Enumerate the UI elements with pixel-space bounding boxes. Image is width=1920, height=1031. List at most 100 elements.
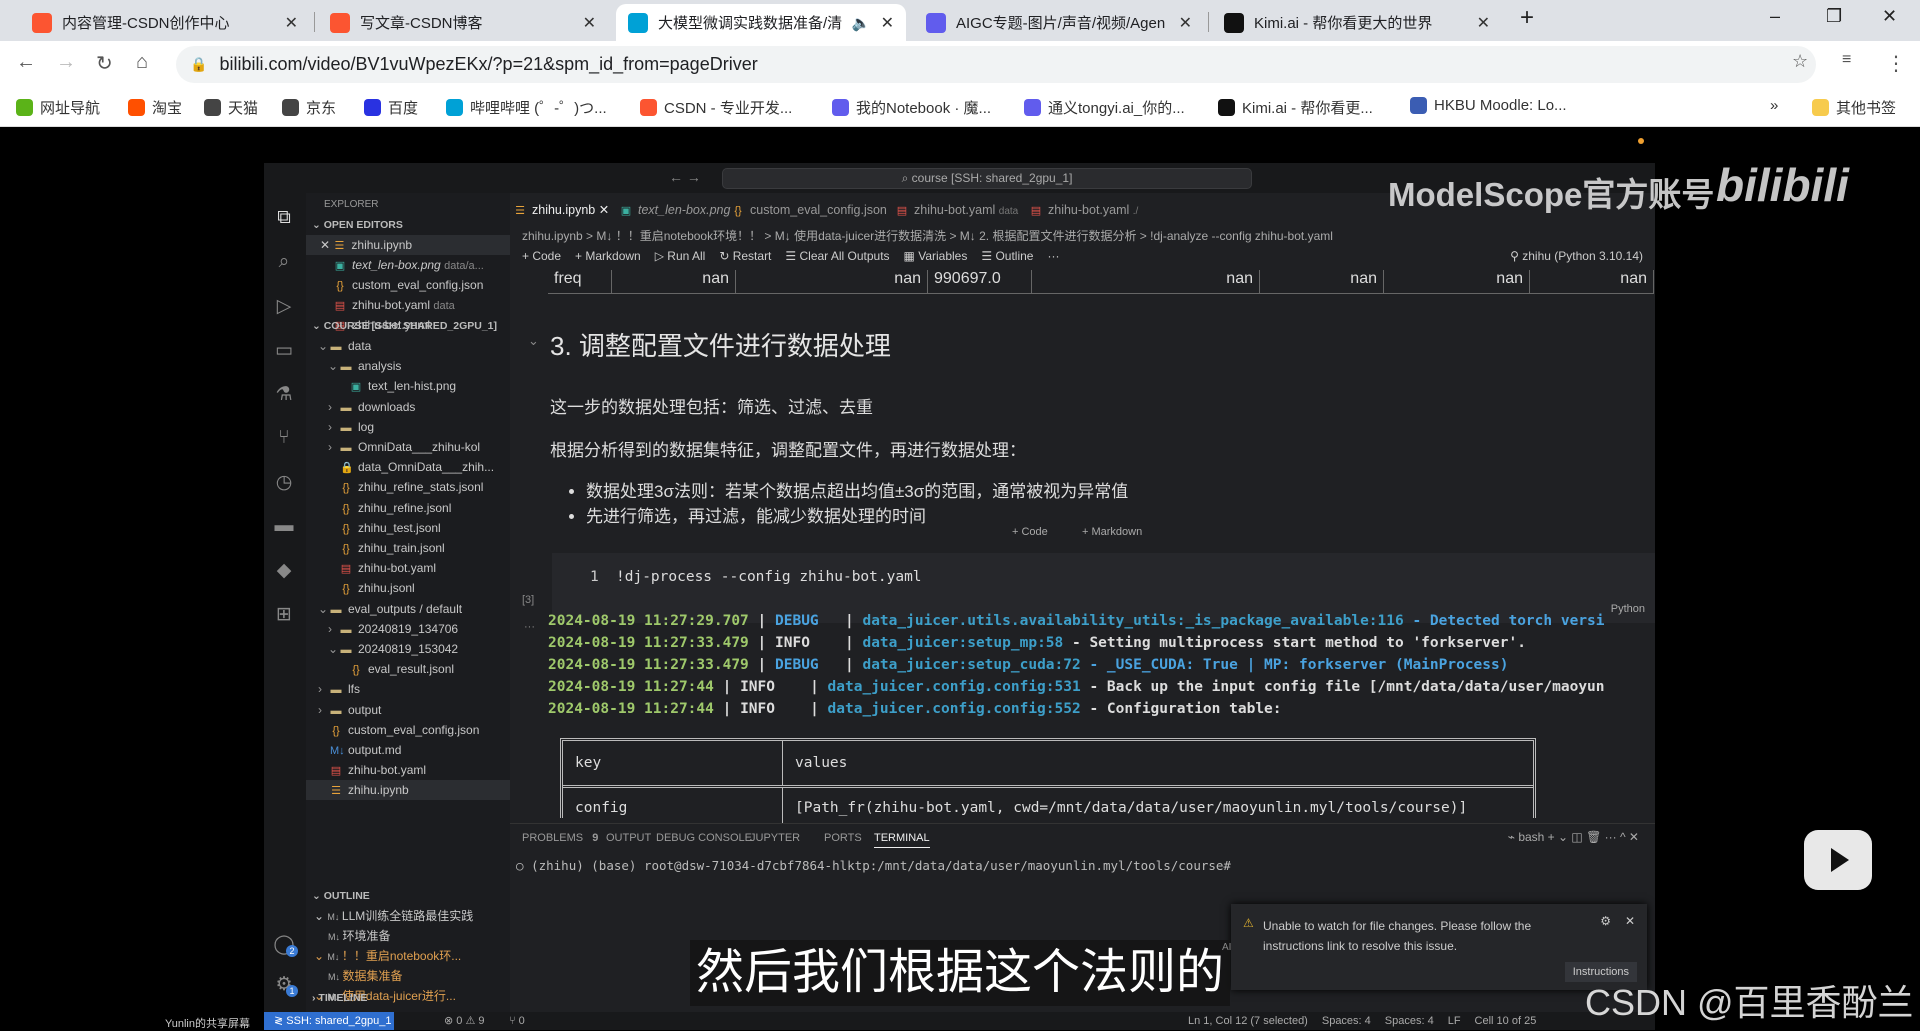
tree-item[interactable]: › ▬ downloads: [306, 397, 510, 417]
tree-item[interactable]: {} eval_result.jsonl: [306, 659, 510, 679]
add-markdown-cell-button[interactable]: + Markdown: [1082, 526, 1142, 538]
tree-item[interactable]: ⌄ ▬ eval_outputs / default: [306, 599, 510, 619]
browser-tab[interactable]: Kimi.ai - 帮你看更大的世界 ✕: [1212, 4, 1502, 41]
tree-item[interactable]: {} zhihu_refine_stats.jsonl: [306, 477, 510, 497]
editor-tab[interactable]: ▤ zhihu-bot.yaml ./: [1030, 196, 1139, 224]
audio-icon[interactable]: 🔈: [852, 14, 871, 32]
bookmark-star-icon[interactable]: ☆: [1792, 51, 1808, 72]
cell-indicator[interactable]: Cell 10 of 25: [1475, 1012, 1537, 1030]
panel-tab[interactable]: DEBUG CONSOLE: [656, 832, 752, 844]
tree-item[interactable]: {} zhihu.jsonl: [306, 578, 510, 598]
tab-close-icon[interactable]: ✕: [1477, 13, 1490, 33]
folder-icon[interactable]: ▬: [272, 515, 296, 539]
nav-arrows[interactable]: ← →: [669, 169, 701, 185]
bookmark-item[interactable]: 京东: [282, 97, 336, 118]
bilibili-play-icon[interactable]: [1804, 830, 1872, 890]
bookmark-item[interactable]: 百度: [364, 97, 418, 118]
outline-item[interactable]: ⌄ M↓ LLM训练全链路最佳实践: [306, 906, 510, 926]
toolbar-button[interactable]: + Markdown: [575, 249, 641, 263]
testing-icon[interactable]: ⚗: [272, 383, 296, 407]
open-editor-item[interactable]: {} custom_eval_config.json: [306, 275, 510, 295]
close-icon[interactable]: ✕: [599, 203, 609, 217]
tab-close-icon[interactable]: ✕: [1179, 13, 1192, 33]
toolbar-button[interactable]: + Code: [522, 249, 561, 263]
bookmark-item[interactable]: CSDN - 专业开发...: [640, 97, 792, 118]
toolbar-button[interactable]: ▷ Run All: [655, 249, 706, 263]
bookmark-item[interactable]: 淘宝: [128, 97, 182, 118]
python-icon[interactable]: ◆: [272, 559, 296, 583]
tree-item[interactable]: › ▬ 20240819_134706: [306, 619, 510, 639]
ports-status[interactable]: ⑂ 0: [509, 1012, 525, 1030]
toolbar-button[interactable]: ☰ Clear All Outputs: [785, 249, 889, 263]
reading-list-icon[interactable]: ≡: [1842, 51, 1851, 69]
notification-close-icon[interactable]: ✕: [1625, 914, 1635, 928]
search-icon[interactable]: ⌕: [272, 251, 296, 275]
bookmark-item[interactable]: 我的Notebook · 魔...: [832, 97, 991, 118]
tree-item[interactable]: ⌄ ▬ data: [306, 336, 510, 356]
output-more-icon[interactable]: ···: [524, 621, 535, 633]
editor-tab[interactable]: ☰ zhihu.ipynb ✕: [514, 196, 609, 224]
tree-item[interactable]: › ▬ OmniData___zhihu-kol: [306, 437, 510, 457]
browser-tab[interactable]: AIGC专题-图片/声音/视频/Agen ✕: [914, 4, 1204, 41]
open-editors-section[interactable]: ⌄ OPEN EDITORS: [306, 215, 510, 235]
bookmark-item[interactable]: 网址导航: [16, 97, 100, 118]
tree-item[interactable]: {} zhihu_train.jsonl: [306, 538, 510, 558]
remote-indicator[interactable]: ≷ SSH: shared_2gpu_1: [264, 1012, 394, 1030]
outline-item[interactable]: M↓ 环境准备: [306, 926, 510, 946]
remote-explorer-icon[interactable]: ▭: [272, 339, 296, 363]
toolbar-button[interactable]: ☰ Outline: [981, 249, 1033, 263]
close-window-button[interactable]: ✕: [1882, 6, 1897, 27]
add-code-cell-button[interactable]: + Code: [1012, 526, 1048, 538]
timeline-section[interactable]: › TIMELINE: [306, 988, 510, 1008]
browser-tab[interactable]: 写文章-CSDN博客 ✕: [318, 4, 608, 41]
notification-settings-icon[interactable]: ⚙: [1600, 914, 1611, 928]
bookmark-item[interactable]: 天猫: [204, 97, 258, 118]
url-input[interactable]: 🔒 bilibili.com/video/BV1vuWpezEKx/?p=21&s…: [176, 46, 1816, 83]
breadcrumb[interactable]: zhihu.ipynb > M↓ ！！重启notebook环境！！ > M↓ 使…: [522, 227, 1333, 244]
tab-close-icon[interactable]: ✕: [881, 13, 894, 33]
other-bookmarks[interactable]: 其他书签: [1812, 97, 1896, 118]
tree-item[interactable]: {} zhihu_refine.jsonl: [306, 498, 510, 518]
toolbar-button[interactable]: ▦ Variables: [904, 249, 968, 263]
outline-section[interactable]: ⌄ OUTLINE: [306, 886, 510, 906]
toolbar-button[interactable]: ↻ Restart: [719, 249, 771, 263]
bookmark-item[interactable]: Kimi.ai - 帮你看更...: [1218, 97, 1373, 118]
timeline-icon[interactable]: ◷: [272, 471, 296, 495]
open-editor-item[interactable]: ▣ text_len-box.png data/a...: [306, 255, 510, 275]
tree-item[interactable]: ⌄ ▬ analysis: [306, 356, 510, 376]
forward-button[interactable]: →: [56, 51, 76, 74]
tree-item[interactable]: ▣ text_len-hist.png: [306, 376, 510, 396]
reload-button[interactable]: ↻: [96, 51, 113, 76]
terminal-output[interactable]: ○ (zhihu) (base) root@dsw-71034-d7cbf786…: [516, 858, 1231, 873]
tree-item[interactable]: {} zhihu_test.jsonl: [306, 518, 510, 538]
new-tab-button[interactable]: +: [1520, 4, 1534, 32]
open-editor-item[interactable]: ▤ zhihu-bot.yaml data: [306, 295, 510, 315]
panel-tab[interactable]: OUTPUT: [606, 832, 651, 844]
editor-tab[interactable]: ▤ zhihu-bot.yaml data: [896, 196, 1018, 224]
source-control-icon[interactable]: ⑂: [272, 427, 296, 451]
open-editor-item[interactable]: ✕ ☰ zhihu.ipynb: [306, 235, 510, 255]
terminal-actions[interactable]: ⌁ bash + ⌄ ◫ 🗑 ··· ^ ✕: [1508, 830, 1639, 844]
menu-icon[interactable]: ⋮: [1886, 51, 1906, 76]
panel-tab[interactable]: TERMINAL: [874, 832, 930, 848]
command-center-search[interactable]: ⌕ course [SSH: shared_2gpu_1]: [722, 168, 1252, 189]
bookmark-item[interactable]: 通义tongyi.ai_你的...: [1024, 97, 1185, 118]
cell-language[interactable]: Python: [1611, 603, 1645, 615]
panel-tab[interactable]: PROBLEMS 9: [522, 832, 598, 844]
tab-close-icon[interactable]: ✕: [583, 13, 596, 33]
tree-item[interactable]: ▤ zhihu-bot.yaml: [306, 558, 510, 578]
outline-item[interactable]: M↓ 数据集准备: [306, 966, 510, 986]
tree-item[interactable]: › ▬ output: [306, 700, 510, 720]
back-button[interactable]: ←: [16, 51, 36, 74]
panel-tab[interactable]: PORTS: [824, 832, 862, 844]
tree-item[interactable]: › ▬ log: [306, 417, 510, 437]
outline-item[interactable]: ⌄ M↓ ！！重启notebook环...: [306, 946, 510, 966]
run-debug-icon[interactable]: ▷: [272, 295, 296, 319]
cursor-position[interactable]: Ln 1, Col 12 (7 selected): [1188, 1012, 1308, 1030]
tab-close-icon[interactable]: ✕: [285, 13, 298, 33]
accounts-icon[interactable]: ◯ 2: [272, 933, 298, 957]
explorer-icon[interactable]: ⧉: [272, 207, 296, 231]
close-icon[interactable]: ✕: [320, 238, 333, 252]
panel-tab[interactable]: JUPYTER: [750, 832, 800, 844]
settings-gear-icon[interactable]: ⚙ 1: [272, 973, 298, 997]
